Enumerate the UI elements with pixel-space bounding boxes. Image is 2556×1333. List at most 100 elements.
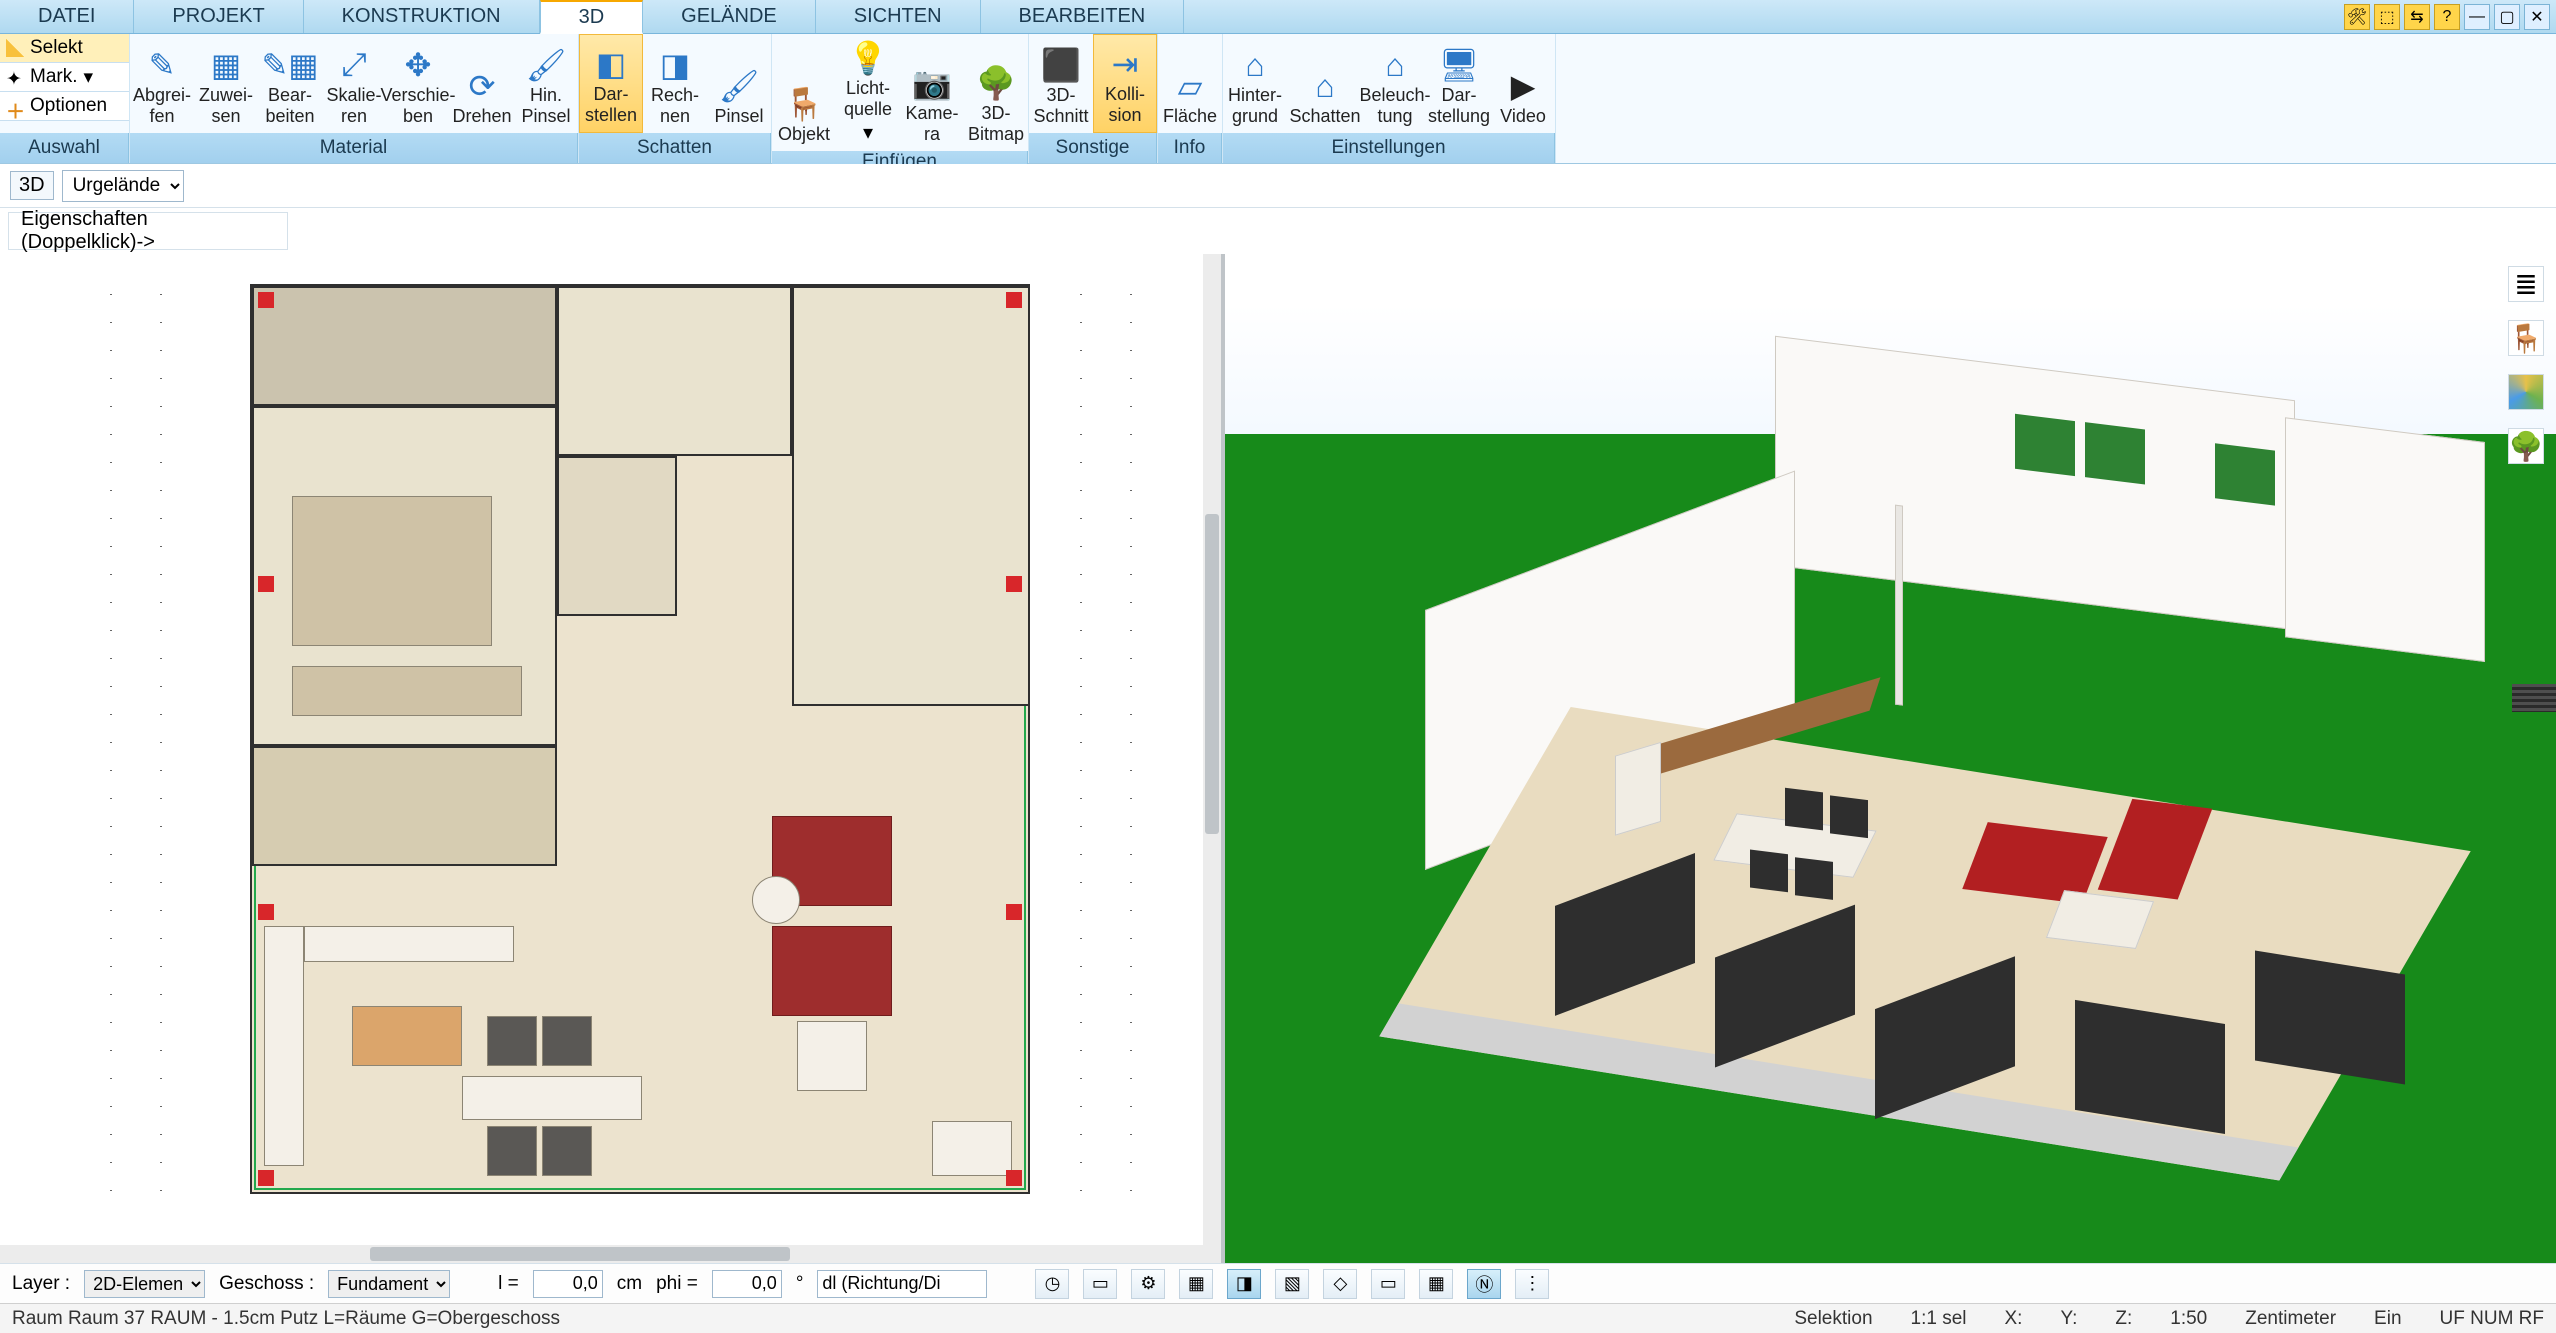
btn-flaeche[interactable]: ▱Fläche bbox=[1158, 34, 1222, 133]
tab-datei[interactable]: DATEI bbox=[0, 0, 134, 33]
collision-icon: ⇥ bbox=[1105, 44, 1145, 84]
tool-layers2-icon[interactable]: ▦ bbox=[1179, 1269, 1213, 1299]
btn-abgreifen[interactable]: ✎Abgrei- fen bbox=[130, 34, 194, 133]
btn-video[interactable]: ▶Video bbox=[1491, 34, 1555, 133]
swap-icon[interactable]: ⇆ bbox=[2404, 4, 2430, 30]
tool-shading-icon[interactable]: ◨ bbox=[1227, 1269, 1261, 1299]
help-icon[interactable]: ? bbox=[2434, 4, 2460, 30]
tab-3d[interactable]: 3D bbox=[540, 0, 644, 34]
move-icon: ✥ bbox=[398, 45, 438, 85]
cube-calc-icon: ◨ bbox=[655, 45, 695, 85]
phi-label: phi = bbox=[656, 1273, 698, 1295]
btn-3dschnitt[interactable]: ⬛3D- Schnitt bbox=[1029, 34, 1093, 133]
floor-plan[interactable] bbox=[250, 284, 1030, 1194]
tool-hatch-icon[interactable]: ▧ bbox=[1275, 1269, 1309, 1299]
brush-icon: 🖌 bbox=[719, 66, 759, 106]
btn-mark[interactable]: ✦Mark.▾ bbox=[0, 63, 129, 92]
group-einfuegen: 🪑Objekt 💡Licht- quelle▾ 📷Kame- ra 🌳3D- B… bbox=[772, 34, 1029, 163]
length-input[interactable] bbox=[533, 1270, 603, 1298]
status-room: Raum Raum 37 RAUM - 1.5cm Putz L=Räume G… bbox=[12, 1308, 560, 1330]
group-label-sonstige: Sonstige bbox=[1029, 133, 1157, 163]
camera-icon: 📷 bbox=[912, 63, 952, 103]
group-label-auswahl: Auswahl bbox=[0, 133, 129, 163]
tools-icon[interactable]: 🛠 bbox=[2344, 4, 2370, 30]
group-schatten: ◧Dar- stellen ◨Rech- nen 🖌Pinsel Schatte… bbox=[579, 34, 772, 163]
minimize-icon[interactable]: — bbox=[2464, 4, 2490, 30]
btn-kollision[interactable]: ⇥Kolli- sion bbox=[1093, 34, 1157, 133]
terrain-select[interactable]: Urgelände bbox=[62, 170, 184, 202]
btn-kamera[interactable]: 📷Kame- ra bbox=[900, 34, 964, 151]
tool-plane-icon[interactable]: ▭ bbox=[1371, 1269, 1405, 1299]
dimension-rail bbox=[1080, 294, 1082, 1194]
maximize-icon[interactable]: ▢ bbox=[2494, 4, 2520, 30]
status-bar: Raum Raum 37 RAUM - 1.5cm Putz L=Räume G… bbox=[0, 1303, 2556, 1333]
properties-hint[interactable]: Eigenschaften (Doppelklick)-> bbox=[8, 212, 288, 250]
house-light-icon: ⌂ bbox=[1375, 45, 1415, 85]
tab-gelaende[interactable]: GELÄNDE bbox=[643, 0, 816, 33]
group-info: ▱Fläche Info bbox=[1158, 34, 1223, 163]
marker-icon: ✦ bbox=[6, 68, 24, 86]
btn-optionen[interactable]: ＋Optionen bbox=[0, 92, 129, 121]
area-icon: ▱ bbox=[1170, 66, 1210, 106]
context-bar: 3D Urgelände bbox=[0, 164, 2556, 208]
right-tool-rail: ≣ 🪑 🌳 bbox=[2504, 266, 2548, 464]
scrollbar-horizontal[interactable] bbox=[0, 1245, 1221, 1263]
layers-icon[interactable]: ≣ bbox=[2508, 266, 2544, 302]
direction-input[interactable] bbox=[817, 1270, 987, 1298]
room-3d-model bbox=[1355, 314, 2485, 1163]
viewport-2d[interactable] bbox=[0, 254, 1225, 1263]
btn-hintergrund[interactable]: ⌂Hinter- grund bbox=[1223, 34, 1287, 133]
dimension-rail bbox=[110, 294, 112, 1194]
tool-clock-icon[interactable]: ◷ bbox=[1035, 1269, 1069, 1299]
btn-objekt[interactable]: 🪑Objekt bbox=[772, 34, 836, 151]
tab-konstruktion[interactable]: KONSTRUKTION bbox=[304, 0, 540, 33]
chair-icon[interactable]: 🪑 bbox=[2508, 320, 2544, 356]
btn-bearbeiten[interactable]: ✎▦Bear- beiten bbox=[258, 34, 322, 133]
scale-icon: ⤢ bbox=[334, 45, 374, 85]
status-selection: Selektion bbox=[1794, 1308, 1872, 1330]
deg-label: ° bbox=[796, 1273, 804, 1295]
btn-selekt[interactable]: Selekt bbox=[0, 34, 129, 63]
tool-rhombus-icon[interactable]: ◇ bbox=[1323, 1269, 1357, 1299]
status-z: Z: bbox=[2115, 1308, 2132, 1330]
scrollbar-vertical[interactable] bbox=[1203, 254, 1221, 1263]
tab-bearbeiten[interactable]: BEARBEITEN bbox=[981, 0, 1185, 33]
btn-einst-darstellung[interactable]: 🖥Dar- stellung bbox=[1427, 34, 1491, 133]
window-icon[interactable]: ⬚ bbox=[2374, 4, 2400, 30]
btn-hinpinsel[interactable]: 🖌Hin. Pinsel bbox=[514, 34, 578, 133]
viewport-3d[interactable]: ≣ 🪑 🌳 bbox=[1225, 254, 2556, 1263]
btn-darstellen[interactable]: ◧Dar- stellen bbox=[579, 34, 643, 133]
btn-verschieben[interactable]: ✥Verschie- ben bbox=[386, 34, 450, 133]
tool-screen-icon[interactable]: ▭ bbox=[1083, 1269, 1117, 1299]
btn-drehen[interactable]: ⟳Drehen bbox=[450, 34, 514, 133]
tab-sichten[interactable]: SICHTEN bbox=[816, 0, 981, 33]
btn-skalieren[interactable]: ⤢Skalie- ren bbox=[322, 34, 386, 133]
btn-pinsel[interactable]: 🖌Pinsel bbox=[707, 34, 771, 133]
group-auswahl: Selekt ✦Mark.▾ ＋Optionen Auswahl bbox=[0, 34, 130, 163]
monitor-icon: 🖥 bbox=[1439, 45, 1479, 85]
geschoss-select[interactable]: Fundament bbox=[328, 1270, 450, 1298]
phi-input[interactable] bbox=[712, 1270, 782, 1298]
tool-gear-icon[interactable]: ⚙ bbox=[1131, 1269, 1165, 1299]
btn-rechnen[interactable]: ◨Rech- nen bbox=[643, 34, 707, 133]
palette-icon[interactable] bbox=[2508, 374, 2544, 410]
tool-north-icon[interactable]: Ⓝ bbox=[1467, 1269, 1501, 1299]
btn-lichtquelle[interactable]: 💡Licht- quelle▾ bbox=[836, 34, 900, 151]
close-icon[interactable]: ✕ bbox=[2524, 4, 2550, 30]
layer-select[interactable]: 2D-Elemen bbox=[84, 1270, 205, 1298]
titlebar-icons: 🛠 ⬚ ⇆ ? — ▢ ✕ bbox=[2344, 0, 2550, 34]
panel-grip[interactable] bbox=[2512, 684, 2556, 712]
assign-icon: ▦ bbox=[206, 45, 246, 85]
btn-einst-schatten[interactable]: ⌂Schatten bbox=[1287, 34, 1363, 133]
btn-zuweisen[interactable]: ▦Zuwei- sen bbox=[194, 34, 258, 133]
tree-icon[interactable]: 🌳 bbox=[2508, 428, 2544, 464]
group-label-info: Info bbox=[1158, 133, 1222, 163]
btn-beleuchtung[interactable]: ⌂Beleuch- tung bbox=[1363, 34, 1427, 133]
tab-projekt[interactable]: PROJEKT bbox=[134, 0, 303, 33]
status-y: Y: bbox=[2060, 1308, 2077, 1330]
tool-more-icon[interactable]: ⋮ bbox=[1515, 1269, 1549, 1299]
tool-grid-icon[interactable]: ▦ bbox=[1419, 1269, 1453, 1299]
layer-label: Layer : bbox=[12, 1273, 70, 1295]
dimension-rail bbox=[160, 294, 162, 1194]
btn-3dbitmap[interactable]: 🌳3D- Bitmap bbox=[964, 34, 1028, 151]
